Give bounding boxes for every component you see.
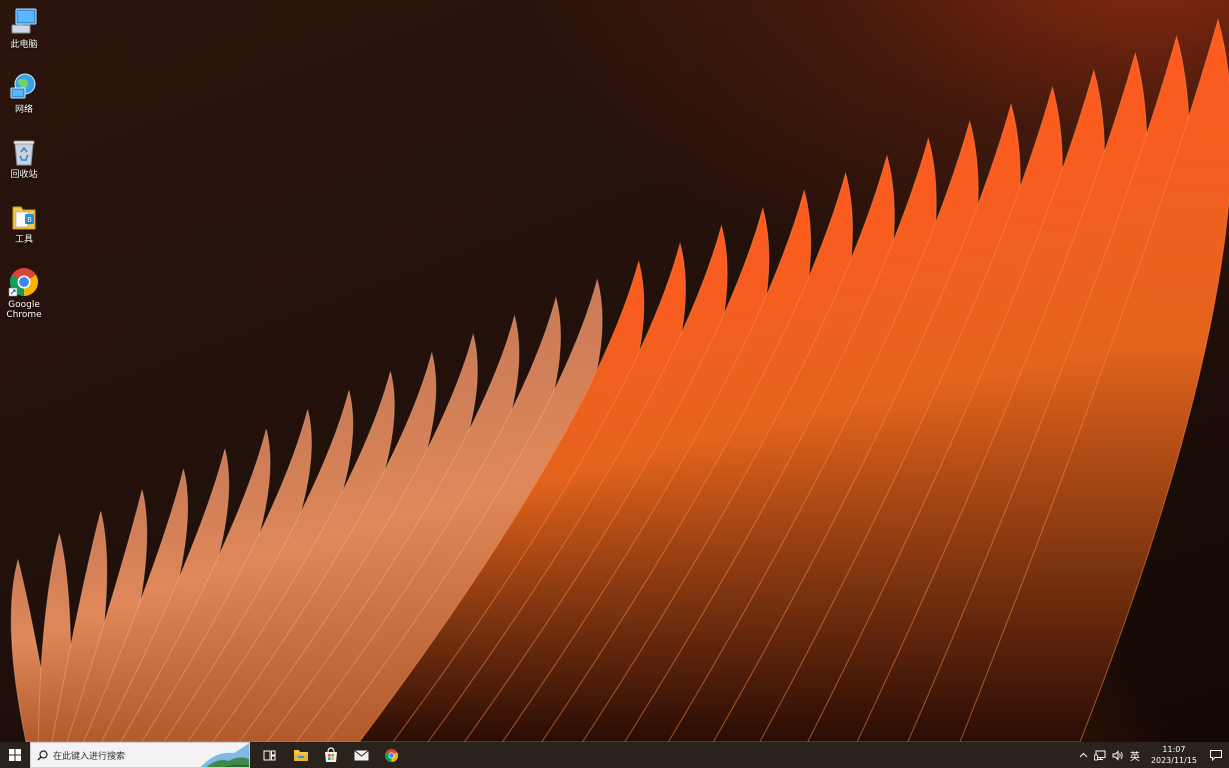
desktop-icon-label: 回收站 (10, 170, 38, 180)
file-explorer-icon (294, 750, 308, 761)
network-status-button[interactable] (1091, 742, 1109, 768)
desktop-icon-tools[interactable]: B 工具 (2, 201, 46, 245)
desktop-icon-recycle-bin[interactable]: 回收站 (2, 136, 46, 180)
taskbar: 在此键入进行搜索 英 11:07 2023/11/15 (0, 742, 1229, 768)
desktop-icon-network[interactable]: 网络 (2, 71, 46, 115)
system-tray: 英 11:07 2023/11/15 (1076, 742, 1229, 768)
clock-date: 2023/11/15 (1150, 756, 1197, 765)
windows-logo-icon (9, 749, 21, 761)
show-hidden-icons-button[interactable] (1076, 742, 1091, 768)
desktop-icon-label: 此电脑 (10, 40, 38, 50)
network-icon (10, 73, 36, 99)
input-method-indicator[interactable]: 英 (1127, 742, 1143, 768)
microsoft-store-button[interactable] (316, 742, 346, 768)
clock-time: 11:07 (1162, 745, 1186, 754)
chrome-icon (384, 748, 398, 762)
desktop-icon-this-pc[interactable]: 此电脑 (2, 6, 46, 50)
search-icon (31, 749, 53, 761)
clock[interactable]: 11:07 2023/11/15 (1143, 742, 1205, 768)
desktop-icon-chrome[interactable]: Google Chrome (2, 266, 46, 320)
svg-text:B: B (27, 216, 32, 224)
search-highlight-illustration (200, 743, 249, 767)
chrome-icon (8, 268, 38, 297)
mail-button[interactable] (346, 742, 376, 768)
taskbar-search-box[interactable]: 在此键入进行搜索 (30, 742, 250, 768)
desktop-icon-label: 工具 (14, 235, 33, 245)
file-explorer-button[interactable] (286, 742, 316, 768)
this-pc-icon (11, 8, 37, 34)
wallpaper (10, 18, 1229, 742)
task-view-icon (263, 750, 275, 760)
mail-icon (353, 749, 369, 760)
speaker-icon (1112, 749, 1123, 761)
task-view-button[interactable] (254, 742, 284, 768)
recycle-bin-icon (13, 140, 35, 166)
notification-icon (1210, 749, 1222, 761)
volume-button[interactable] (1109, 742, 1127, 768)
desktop-icon-label: 网络 (14, 105, 33, 115)
action-center-button[interactable] (1205, 742, 1229, 768)
chrome-taskbar-button[interactable] (376, 742, 406, 768)
desktop: 此电脑 网络 回收站 B 工具 Google Chrome (0, 0, 1229, 742)
desktop-icon-label: Google Chrome (6, 300, 42, 320)
network-status-icon (1093, 750, 1106, 760)
chevron-up-icon (1079, 752, 1088, 758)
store-icon (325, 747, 337, 762)
tools-folder-icon: B (12, 206, 36, 230)
start-button[interactable] (0, 742, 30, 768)
search-placeholder: 在此键入进行搜索 (53, 751, 126, 762)
